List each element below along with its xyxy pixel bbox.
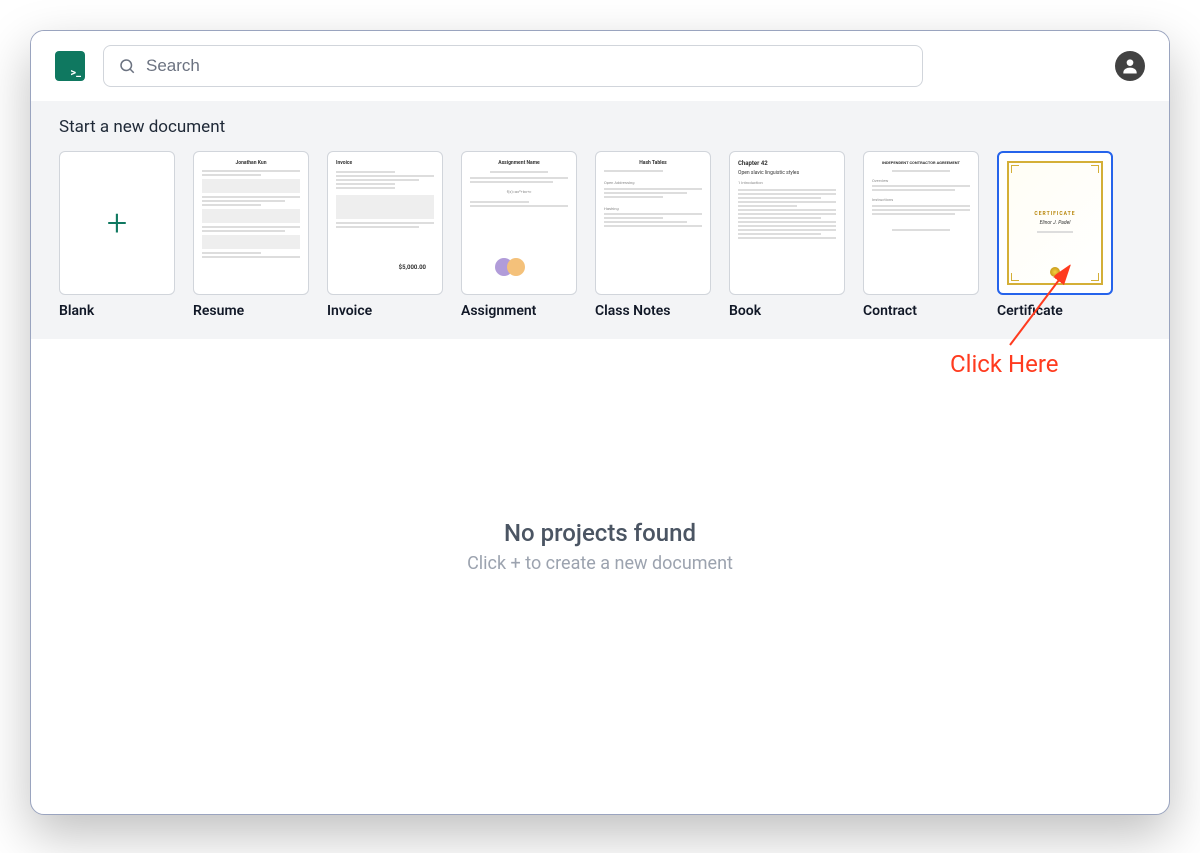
search-bar[interactable] bbox=[103, 45, 923, 87]
template-resume[interactable]: Jonathan Kun Resume bbox=[193, 151, 309, 319]
template-label: Blank bbox=[59, 303, 175, 319]
template-assignment[interactable]: Assignment Name f(x)=ax²+bx+c Assignment bbox=[461, 151, 577, 319]
empty-state: No projects found Click + to create a ne… bbox=[31, 339, 1169, 814]
search-icon bbox=[118, 57, 136, 75]
template-certificate[interactable]: CERTIFICATE Elinor J. Padel Certificate bbox=[997, 151, 1113, 319]
empty-state-subtitle: Click + to create a new document bbox=[31, 553, 1169, 574]
app-window: Start a new document + Blank Jonathan Ku… bbox=[30, 30, 1170, 815]
template-label: Resume bbox=[193, 303, 309, 319]
template-class-notes[interactable]: Hash Tables Open Addressing Hashing Clas… bbox=[595, 151, 711, 319]
template-invoice[interactable]: Invoice $5,000.00 Invoice bbox=[327, 151, 443, 319]
template-label: Invoice bbox=[327, 303, 443, 319]
header bbox=[31, 31, 1169, 101]
templates-row: + Blank Jonathan Kun bbox=[59, 151, 1141, 319]
templates-section: Start a new document + Blank Jonathan Ku… bbox=[31, 101, 1169, 339]
empty-state-title: No projects found bbox=[31, 519, 1169, 547]
template-book[interactable]: Chapter 42 Open slavic linguistic styles… bbox=[729, 151, 845, 319]
template-label: Assignment bbox=[461, 303, 577, 319]
template-contract[interactable]: INDEPENDENT CONTRACTOR AGREEMENT Overvie… bbox=[863, 151, 979, 319]
avatar[interactable] bbox=[1115, 51, 1145, 81]
plus-icon: + bbox=[107, 205, 127, 241]
template-label: Contract bbox=[863, 303, 979, 319]
app-logo-icon[interactable] bbox=[55, 51, 85, 81]
templates-section-title: Start a new document bbox=[59, 117, 1141, 137]
search-input[interactable] bbox=[146, 56, 908, 76]
user-icon bbox=[1120, 56, 1140, 76]
template-label: Book bbox=[729, 303, 845, 319]
template-label: Class Notes bbox=[595, 303, 711, 319]
template-label: Certificate bbox=[997, 303, 1113, 319]
template-blank[interactable]: + Blank bbox=[59, 151, 175, 319]
